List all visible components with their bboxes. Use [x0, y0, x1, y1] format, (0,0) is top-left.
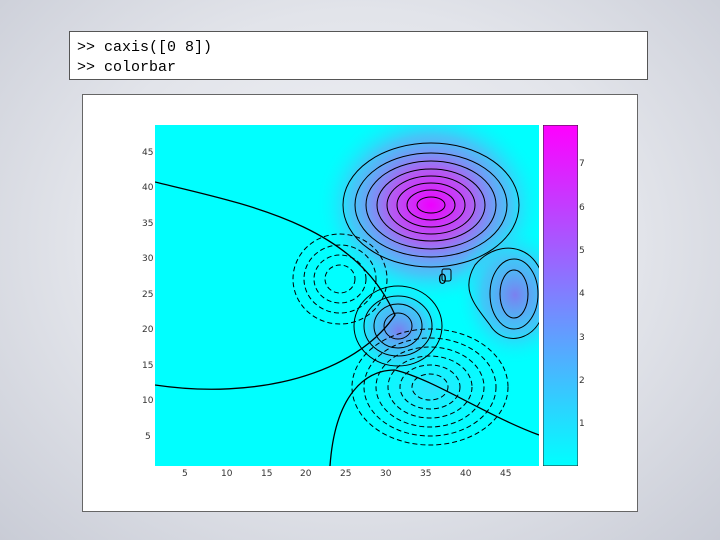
x-tick-label: 35 — [420, 469, 432, 479]
figure-window: 45 40 35 30 25 20 15 10 5 5 10 15 20 25 … — [82, 94, 638, 512]
y-tick-label: 5 — [145, 432, 151, 442]
y-tick-label: 10 — [142, 396, 154, 406]
colorbar-tick-label: 7 — [579, 159, 585, 169]
command-line-colorbar: >> colorbar — [77, 59, 177, 76]
colorbar-tick-label: 3 — [579, 333, 585, 343]
x-tick-label: 15 — [261, 469, 273, 479]
x-tick-label: 45 — [500, 469, 512, 479]
colorbar-tick-label: 6 — [579, 203, 585, 213]
y-tick-label: 30 — [142, 254, 154, 264]
contour-plot[interactable]: 0 — [155, 125, 539, 466]
x-tick-label: 40 — [460, 469, 472, 479]
command-line-caxis: >> caxis([0 8]) — [77, 39, 213, 56]
y-tick-label: 15 — [142, 361, 154, 371]
colorbar-tick-label: 1 — [579, 419, 585, 429]
trough-shading — [341, 329, 521, 449]
colorbar-gradient — [543, 125, 578, 466]
y-tick-label: 45 — [142, 148, 154, 158]
x-tick-label: 5 — [182, 469, 188, 479]
x-tick-label: 30 — [380, 469, 392, 479]
x-tick-label: 25 — [340, 469, 352, 479]
contour-inline-label: 0 — [438, 272, 447, 288]
x-tick-label: 10 — [221, 469, 233, 479]
x-tick-label: 20 — [300, 469, 312, 479]
command-window[interactable]: >> caxis([0 8]) >> colorbar — [69, 31, 648, 80]
y-tick-label: 40 — [142, 183, 154, 193]
y-tick-label: 20 — [142, 325, 154, 335]
colorbar[interactable]: 7 6 5 4 3 2 1 — [543, 125, 585, 466]
colorbar-tick-label: 5 — [579, 246, 585, 256]
colorbar-tick-label: 4 — [579, 289, 585, 299]
y-tick-label: 35 — [142, 219, 154, 229]
y-tick-label: 25 — [142, 290, 154, 300]
colorbar-tick-label: 2 — [579, 376, 585, 386]
